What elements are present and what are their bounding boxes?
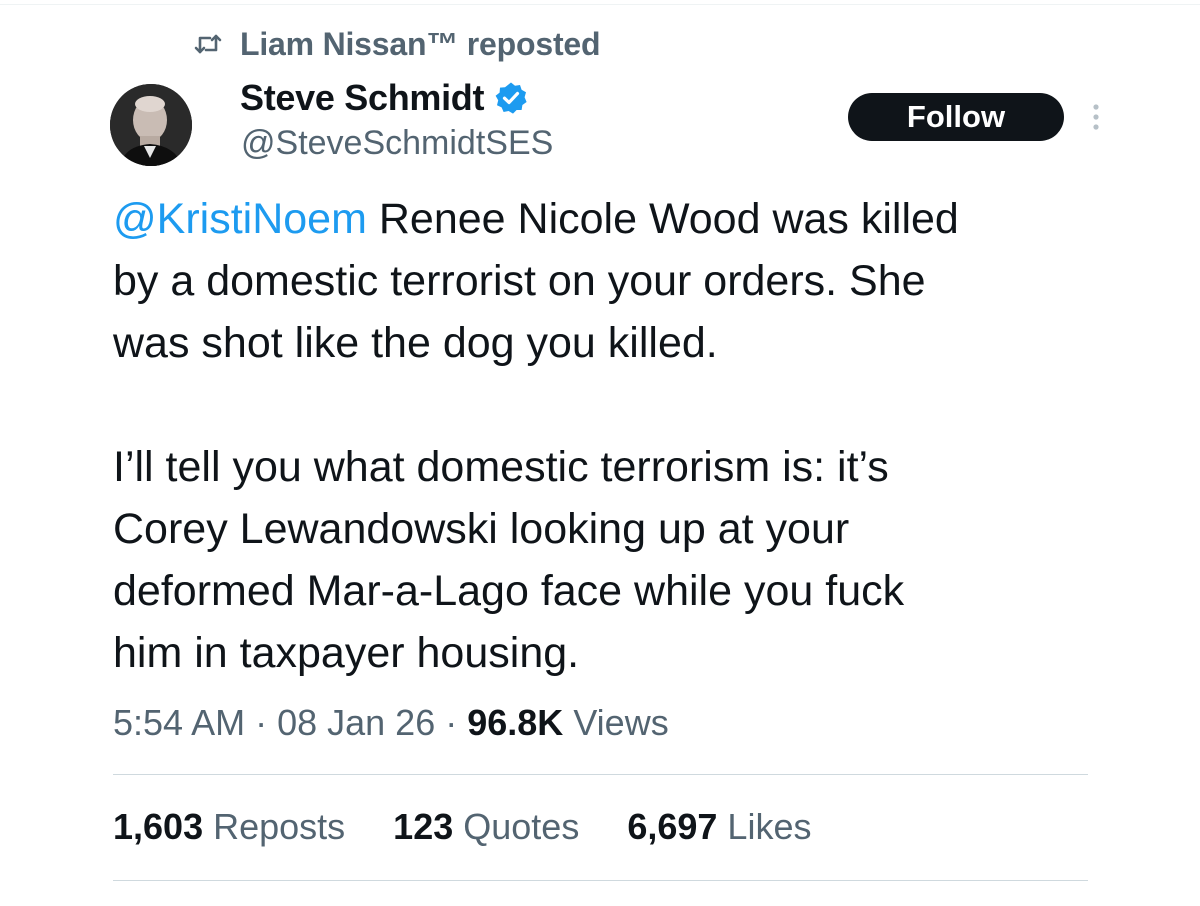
tweet-text: @KristiNoem Renee Nicole Wood was killed… bbox=[113, 188, 1113, 684]
tweet-line-7: him in taxpayer housing. bbox=[113, 629, 580, 677]
tweet-line-3: was shot like the dog you killed. bbox=[113, 319, 718, 367]
mention-link[interactable]: @KristiNoem bbox=[113, 195, 367, 243]
verified-badge-icon[interactable] bbox=[494, 81, 528, 115]
quotes-stat[interactable]: 123 Quotes bbox=[393, 806, 579, 848]
top-divider bbox=[0, 4, 1200, 5]
divider bbox=[113, 774, 1088, 775]
reposts-label: Reposts bbox=[203, 806, 346, 847]
tweet-line-1: @KristiNoem Renee Nicole Wood was killed bbox=[113, 188, 1113, 250]
quotes-count: 123 bbox=[393, 806, 454, 847]
likes-count: 6,697 bbox=[627, 806, 718, 847]
more-options-icon[interactable] bbox=[1085, 102, 1107, 132]
tweet-meta: 5:54 AM · 08 Jan 26 · 96.8K Views bbox=[113, 702, 669, 744]
engagement-stats: 1,603 Reposts 123 Quotes 6,697 Likes bbox=[113, 806, 811, 848]
tweet-line-5: Corey Lewandowski looking up at your bbox=[113, 505, 850, 553]
reposts-count: 1,603 bbox=[113, 806, 204, 847]
reposts-stat[interactable]: 1,603 Reposts bbox=[113, 806, 345, 848]
tweet-date[interactable]: 08 Jan 26 bbox=[277, 702, 435, 743]
tweet-line-6: deformed Mar-a-Lago face while you fuck bbox=[113, 567, 905, 615]
repost-icon bbox=[194, 34, 222, 54]
views-count: 96.8K bbox=[467, 702, 564, 743]
divider bbox=[113, 880, 1088, 881]
follow-button[interactable]: Follow bbox=[848, 93, 1064, 141]
repost-banner[interactable]: Liam Nissan™ reposted bbox=[194, 24, 601, 64]
avatar-photo bbox=[110, 84, 192, 166]
quotes-label: Quotes bbox=[453, 806, 580, 847]
likes-label: Likes bbox=[717, 806, 812, 847]
tweet-time[interactable]: 5:54 AM bbox=[113, 702, 245, 743]
views-label: Views bbox=[563, 702, 669, 743]
likes-stat[interactable]: 6,697 Likes bbox=[627, 806, 811, 848]
tweet-line-1-text: Renee Nicole Wood was killed bbox=[366, 195, 959, 243]
author-name[interactable]: Steve Schmidt bbox=[240, 77, 484, 119]
tweet-line-4: I’ll tell you what domestic terrorism is… bbox=[113, 443, 889, 491]
tweet-line-2: by a domestic terrorist on your orders. … bbox=[113, 257, 926, 305]
author-handle[interactable]: @SteveSchmidtSES bbox=[241, 124, 553, 163]
avatar[interactable] bbox=[110, 84, 192, 166]
author-name-row[interactable]: Steve Schmidt bbox=[240, 74, 528, 122]
repost-banner-text[interactable]: Liam Nissan™ reposted bbox=[240, 26, 601, 63]
meta-separator: · bbox=[435, 702, 468, 743]
meta-separator: · bbox=[245, 702, 278, 743]
